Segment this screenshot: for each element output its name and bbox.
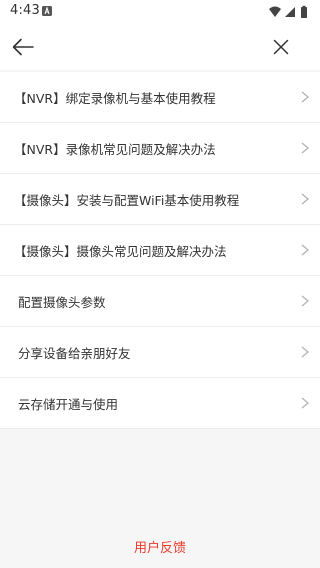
chevron-right-icon [301,346,310,358]
help-item-label: 【摄像头】摄像头常见问题及解决办法 [14,243,227,259]
help-item-share-device[interactable]: 分享设备给亲朋好友 [0,327,320,378]
status-time: 4:43 [10,3,40,18]
chevron-right-icon [301,193,310,205]
help-item-label: 【摄像头】安装与配置WiFi基本使用教程 [14,192,240,208]
battery-icon [301,5,307,18]
signal-icon [285,7,295,17]
help-item-label: 【NVR】绑定录像机与基本使用教程 [14,90,216,106]
help-item-label: 云存储开通与使用 [18,396,119,412]
chevron-right-icon [301,397,310,409]
wifi-icon [269,6,281,17]
close-icon [273,39,289,55]
help-item-label: 配置摄像头参数 [18,294,106,310]
help-item-camera-params[interactable]: 配置摄像头参数 [0,276,320,327]
user-feedback-button[interactable]: 用户反馈 [134,537,186,556]
chevron-right-icon [301,142,310,154]
back-button[interactable] [8,32,38,62]
status-bar: 4:43 [0,0,320,24]
app-bar [0,24,320,70]
footer: 用户反馈 [0,524,320,568]
help-item-cloud-storage[interactable]: 云存储开通与使用 [0,378,320,429]
help-item-label: 分享设备给亲朋好友 [18,345,131,361]
chevron-right-icon [301,244,310,256]
chevron-right-icon [301,91,310,103]
notification-a-icon [42,6,52,16]
help-item-camera-wifi[interactable]: 【摄像头】安装与配置WiFi基本使用教程 [0,174,320,225]
close-button[interactable] [266,32,296,62]
help-item-nvr-bind[interactable]: 【NVR】绑定录像机与基本使用教程 [0,72,320,123]
help-item-label: 【NVR】录像机常见问题及解决办法 [14,141,216,157]
status-icons [269,5,307,18]
help-list: 【NVR】绑定录像机与基本使用教程 【NVR】录像机常见问题及解决办法 【摄像头… [0,72,320,429]
chevron-right-icon [301,295,310,307]
help-item-camera-faq[interactable]: 【摄像头】摄像头常见问题及解决办法 [0,225,320,276]
help-item-nvr-faq[interactable]: 【NVR】录像机常见问题及解决办法 [0,123,320,174]
arrow-left-icon [12,38,34,56]
